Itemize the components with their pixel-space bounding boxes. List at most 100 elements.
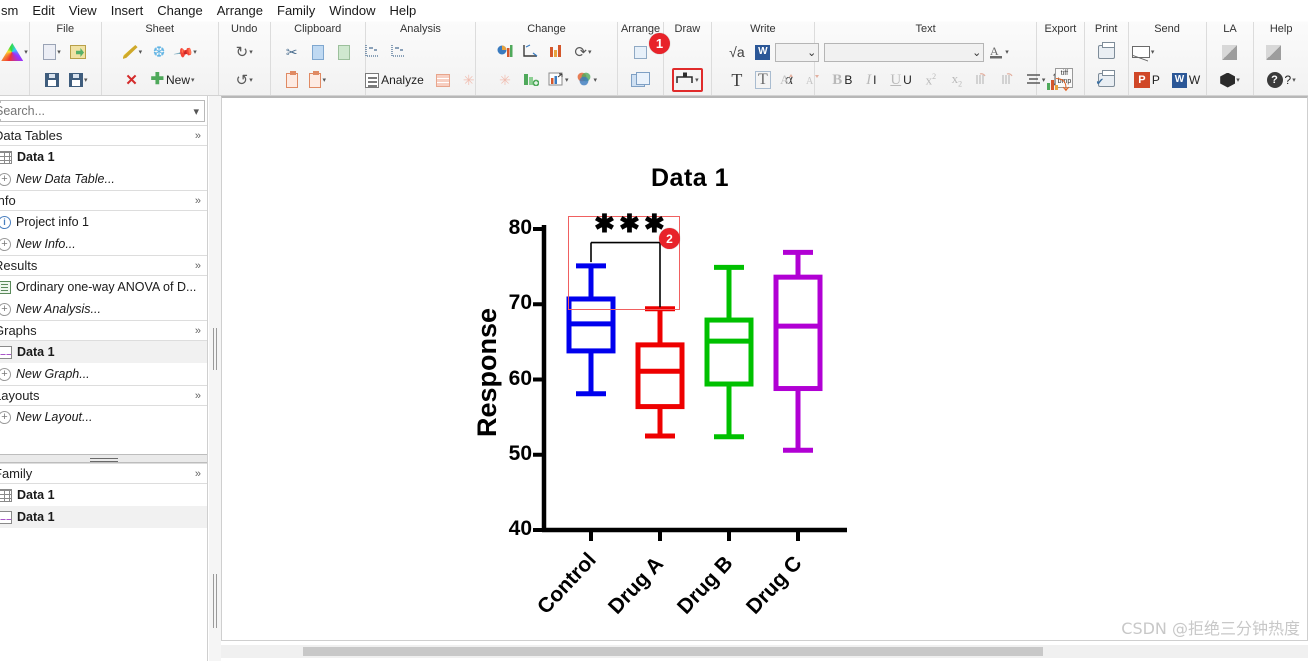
menu-item-window[interactable]: Window <box>322 1 382 20</box>
menu-item-insert[interactable]: Insert <box>104 1 151 20</box>
change-colors-button[interactable] <box>545 40 569 64</box>
print-preview-button[interactable]: ✔ <box>1094 68 1118 92</box>
paste-button[interactable] <box>280 68 304 92</box>
chevron-down-icon[interactable]: ▾ <box>1005 49 1009 56</box>
double-chevron-right-icon[interactable]: » <box>195 195 201 207</box>
chevron-down-icon[interactable]: ▾ <box>1292 77 1296 84</box>
box-plot-svg[interactable] <box>222 98 1307 641</box>
graph-canvas[interactable] <box>221 96 1308 641</box>
undo-button[interactable]: ↺ ▾ <box>232 68 256 92</box>
menu-item-help[interactable]: Help <box>383 1 424 20</box>
double-chevron-right-icon[interactable]: » <box>195 325 201 337</box>
analyze-button[interactable]: Analyze <box>360 68 429 92</box>
save-as-button[interactable]: ▾ <box>66 68 91 92</box>
chevron-down-icon[interactable]: ▾ <box>249 49 253 56</box>
send-to-powerpoint-button[interactable]: PP <box>1129 68 1165 92</box>
chevron-down-icon[interactable]: ▾ <box>322 77 326 84</box>
equation-button[interactable]: √a <box>725 40 749 64</box>
sidebar-item-data-tables-1[interactable]: + New Data Table... <box>0 168 207 190</box>
add-dataset-button[interactable] <box>519 68 543 92</box>
menu-item-edit[interactable]: Edit <box>25 1 61 20</box>
sidebar-item-results-1[interactable]: + New Analysis... <box>0 298 207 320</box>
sidebar-item-family-0[interactable]: Data 1 <box>0 484 207 506</box>
email-button[interactable]: ▾ <box>1129 40 1158 64</box>
rename-sheet-button[interactable]: ▾ <box>120 40 146 64</box>
sidebar-section-header-results[interactable]: Results » <box>0 255 207 276</box>
chevron-down-icon[interactable]: ▾ <box>565 77 569 84</box>
chevron-down-icon[interactable]: ⌄ <box>807 46 816 59</box>
sidebar-item-info-1[interactable]: + New Info... <box>0 233 207 255</box>
send-to-word-button[interactable]: WW <box>1167 68 1205 92</box>
menu-item-family[interactable]: Family <box>270 1 322 20</box>
new-file-button[interactable]: ▾ <box>40 40 64 64</box>
chevron-down-icon[interactable]: ▾ <box>593 77 597 84</box>
sidebar-item-graphs-1[interactable]: + New Graph... <box>0 363 207 385</box>
scale-graph-button[interactable]: ▾ <box>545 68 572 92</box>
chevron-down-icon[interactable]: ▾ <box>249 77 253 84</box>
text-tool-button[interactable]: T <box>725 68 749 92</box>
extract-button[interactable] <box>386 40 410 64</box>
paste-special-button[interactable]: ▾ <box>306 68 330 92</box>
pin-sheet-button[interactable]: 📌 ▾ <box>173 40 200 64</box>
sidebar-section-header-data-tables[interactable]: Data Tables » <box>0 125 207 146</box>
insert-word-object-button[interactable]: W <box>751 40 775 64</box>
refresh-graph-button[interactable]: ⟳ ▾ <box>571 40 595 64</box>
double-chevron-right-icon[interactable]: » <box>195 390 201 402</box>
chevron-down-icon[interactable]: ▾ <box>191 77 195 84</box>
chevron-down-icon[interactable]: ▾ <box>193 105 204 118</box>
freeze-sheet-button[interactable]: ❆ <box>147 40 171 64</box>
color-scheme-button[interactable]: ▾ <box>573 68 600 92</box>
copy-button[interactable] <box>306 40 330 64</box>
sidebar-item-layouts-0[interactable]: + New Layout... <box>0 406 207 428</box>
open-file-button[interactable] <box>66 40 90 64</box>
menu-item-sm[interactable]: sm <box>0 1 25 20</box>
text-box-button[interactable]: T <box>751 68 775 92</box>
chevron-down-icon[interactable]: ▾ <box>84 77 88 84</box>
lab-archives-button[interactable] <box>1217 40 1241 64</box>
box-drug-c[interactable] <box>773 274 823 392</box>
menu-item-change[interactable]: Change <box>150 1 210 20</box>
chevron-down-icon[interactable]: ⌄ <box>972 46 981 59</box>
sidebar-item-graphs-0[interactable]: Data 1 <box>0 341 207 363</box>
export-image-button[interactable]: tiff bmp ⤵ <box>1044 68 1076 92</box>
chevron-down-icon[interactable]: ▾ <box>1236 77 1240 84</box>
menu-item-view[interactable]: View <box>62 1 104 20</box>
significance-bracket-button[interactable]: ▾ <box>672 68 703 92</box>
canvas-hscrollbar-thumb[interactable] <box>303 647 1043 656</box>
double-chevron-right-icon[interactable]: » <box>195 130 201 142</box>
canvas-horizontal-scrollbar[interactable] <box>221 645 1308 658</box>
new-sheet-button[interactable]: ✚ New ▾ <box>146 68 200 92</box>
font-size-combo[interactable]: ⌄ <box>775 42 820 62</box>
box-drug-b[interactable] <box>704 317 754 387</box>
chevron-down-icon[interactable]: ▾ <box>57 49 61 56</box>
change-axes-button[interactable] <box>519 40 543 64</box>
sidebar-scrollbar-thumb-upper[interactable] <box>213 328 217 370</box>
font-color-button[interactable]: A ▾ <box>986 40 1012 64</box>
sidebar-scrollbar[interactable] <box>209 96 221 661</box>
magic-button[interactable]: ✳ <box>493 68 517 92</box>
delete-sheet-button[interactable]: ✕ <box>120 68 144 92</box>
menu-item-arrange[interactable]: Arrange <box>210 1 270 20</box>
print-button[interactable] <box>1094 40 1118 64</box>
sidebar-scrollbar-thumb-lower[interactable] <box>213 574 217 628</box>
sidebar-item-results-0[interactable]: Ordinary one-way ANOVA of D... <box>0 276 207 298</box>
double-chevron-right-icon[interactable]: » <box>195 468 201 480</box>
chevron-down-icon[interactable]: ▾ <box>1151 49 1155 56</box>
cut-button[interactable]: ✂ <box>280 40 304 64</box>
double-chevron-right-icon[interactable]: » <box>195 260 201 272</box>
save-button[interactable] <box>40 68 64 92</box>
chevron-down-icon[interactable]: ▾ <box>139 49 143 56</box>
search-box[interactable]: ▾ <box>0 100 205 122</box>
chevron-down-icon[interactable]: ▾ <box>24 49 28 56</box>
share-cube-button[interactable]: ▾ <box>1217 68 1243 92</box>
change-graph-type-button[interactable] <box>493 40 517 64</box>
help-panel-button[interactable] <box>1262 40 1286 64</box>
font-family-combo[interactable]: ⌄ <box>824 42 985 62</box>
chevron-down-icon[interactable]: ▾ <box>695 77 699 84</box>
arrange-layers-button[interactable]: ▾ <box>628 68 653 92</box>
sidebar-section-header-info[interactable]: Info » <box>0 190 207 211</box>
interpolate-button[interactable] <box>360 40 384 64</box>
sidebar-section-header-layouts[interactable]: Layouts » <box>0 385 207 406</box>
prism-spectrum-button[interactable]: ▾ <box>0 40 31 64</box>
sidebar-item-data-tables-0[interactable]: Data 1 <box>0 146 207 168</box>
